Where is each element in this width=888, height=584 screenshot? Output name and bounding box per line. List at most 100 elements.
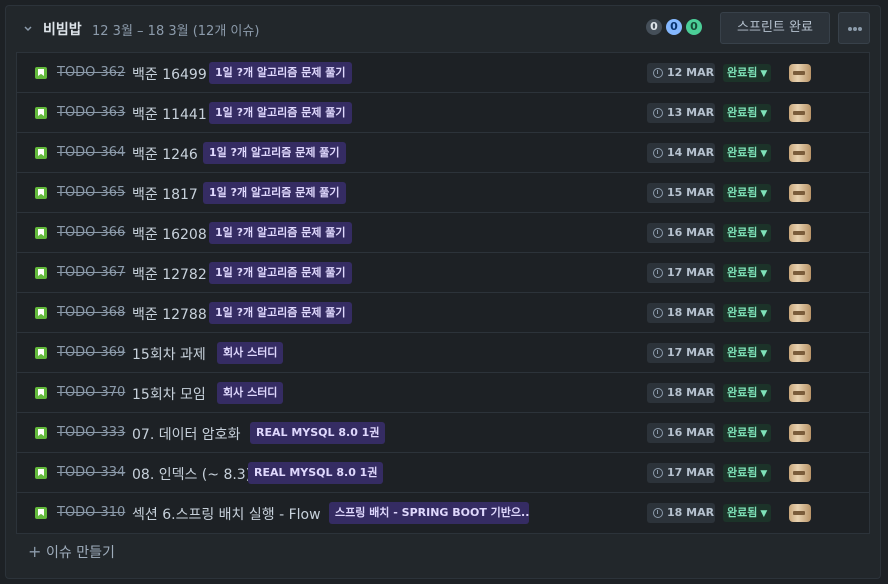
- clock-icon: [653, 308, 663, 318]
- issue-key[interactable]: TODO-310: [57, 505, 125, 520]
- clock-icon: [653, 188, 663, 198]
- issue-list: TODO-362 백준 16499 1일 ?개 알고리즘 문제 풀기 12 MAR 완료…: [16, 52, 870, 534]
- clock-icon: [653, 268, 663, 278]
- issue-row[interactable]: TODO-333 07. 데이터 암호화 REAL MYSQL 8.0 1권 16 M…: [17, 413, 869, 453]
- status-dropdown[interactable]: 완료됨 ▼: [723, 184, 772, 202]
- status-dropdown[interactable]: 완료됨 ▼: [723, 144, 772, 162]
- status-dropdown[interactable]: 완료됨 ▼: [723, 504, 772, 522]
- issue-row[interactable]: TODO-334 08. 인덱스 (~ 8.3) REAL MYSQL 8.0 1권…: [17, 453, 869, 493]
- issue-key[interactable]: TODO-364: [57, 145, 125, 160]
- issue-row[interactable]: TODO-366 백준 16208 1일 ?개 알고리즘 문제 풀기 16 MAR 완료…: [17, 213, 869, 253]
- status-dropdown[interactable]: 완료됨 ▼: [723, 304, 772, 322]
- status-label: 완료됨: [727, 186, 758, 199]
- issue-summary[interactable]: 백준 16499: [132, 64, 207, 84]
- issue-row[interactable]: TODO-367 백준 12782 1일 ?개 알고리즘 문제 풀기 17 MAR 완료…: [17, 253, 869, 293]
- sprint-container: 비빔밥 12 3월 – 18 3월 (12개 이슈) 0 0 0 스프린트 완료…: [5, 5, 881, 579]
- issue-key[interactable]: TODO-362: [57, 65, 125, 80]
- issue-row[interactable]: TODO-310 섹션 6.스프링 배치 실행 - Flow 스프링 배치 - SP…: [17, 493, 869, 533]
- due-date-badge: 18 MAR: [647, 303, 715, 323]
- more-dot: [853, 27, 857, 31]
- complete-sprint-button[interactable]: 스프린트 완료: [720, 12, 830, 44]
- issue-summary[interactable]: 15회차 모임: [132, 384, 206, 404]
- avatar[interactable]: [789, 104, 811, 122]
- status-dropdown[interactable]: 완료됨 ▼: [723, 424, 772, 442]
- issue-key[interactable]: TODO-333: [57, 425, 125, 440]
- avatar[interactable]: [789, 64, 811, 82]
- status-dropdown[interactable]: 완료됨 ▼: [723, 344, 772, 362]
- avatar[interactable]: [789, 264, 811, 282]
- status-dropdown[interactable]: 완료됨 ▼: [723, 464, 772, 482]
- issue-summary[interactable]: 백준 16208: [132, 224, 207, 244]
- issue-summary[interactable]: 15회차 과제: [132, 344, 206, 364]
- more-actions-button[interactable]: [838, 12, 870, 44]
- epic-badge[interactable]: 1일 ?개 알고리즘 문제 풀기: [209, 102, 352, 124]
- epic-badge[interactable]: 1일 ?개 알고리즘 문제 풀기: [209, 222, 352, 244]
- status-dropdown[interactable]: 완료됨 ▼: [723, 384, 772, 402]
- issue-summary[interactable]: 백준 11441: [132, 104, 207, 124]
- epic-badge[interactable]: 1일 ?개 알고리즘 문제 풀기: [203, 142, 346, 164]
- clock-icon: [653, 468, 663, 478]
- due-date-text: 13 MAR: [667, 106, 715, 119]
- avatar[interactable]: [789, 424, 811, 442]
- issue-row[interactable]: TODO-364 백준 1246 1일 ?개 알고리즘 문제 풀기 14 MAR 완료됨…: [17, 133, 869, 173]
- issue-row[interactable]: TODO-370 15회차 모임 회사 스터디 18 MAR 완료됨 ▼: [17, 373, 869, 413]
- epic-badge[interactable]: 1일 ?개 알고리즘 문제 풀기: [209, 302, 352, 324]
- issue-key[interactable]: TODO-367: [57, 265, 125, 280]
- create-issue-button[interactable]: + 이슈 만들기: [28, 542, 115, 562]
- issue-summary[interactable]: 백준 1817: [132, 184, 198, 204]
- issue-key[interactable]: TODO-363: [57, 105, 125, 120]
- status-dropdown[interactable]: 완료됨 ▼: [723, 264, 772, 282]
- epic-badge[interactable]: REAL MYSQL 8.0 1권: [248, 462, 384, 484]
- status-label: 완료됨: [727, 386, 758, 399]
- due-date-text: 17 MAR: [667, 346, 715, 359]
- issue-key[interactable]: TODO-366: [57, 225, 125, 240]
- epic-badge[interactable]: REAL MYSQL 8.0 1권: [250, 422, 386, 444]
- issue-summary[interactable]: 08. 인덱스 (~ 8.3): [132, 464, 251, 484]
- avatar[interactable]: [789, 224, 811, 242]
- issue-summary[interactable]: 07. 데이터 암호화: [132, 424, 240, 444]
- epic-badge[interactable]: 1일 ?개 알고리즘 문제 풀기: [203, 182, 346, 204]
- issue-summary[interactable]: 섹션 6.스프링 배치 실행 - Flow: [132, 504, 321, 524]
- due-date-text: 12 MAR: [667, 66, 715, 79]
- epic-badge[interactable]: 스프링 배치 - SPRING BOOT 기반으...: [329, 502, 529, 524]
- avatar[interactable]: [789, 344, 811, 362]
- issue-summary[interactable]: 백준 1246: [132, 144, 198, 164]
- chevron-down-icon[interactable]: [22, 22, 34, 34]
- issue-summary[interactable]: 백준 12788: [132, 304, 207, 324]
- issue-row[interactable]: TODO-369 15회차 과제 회사 스터디 17 MAR 완료됨 ▼: [17, 333, 869, 373]
- status-label: 완료됨: [727, 426, 758, 439]
- status-dropdown[interactable]: 완료됨 ▼: [723, 64, 772, 82]
- avatar[interactable]: [789, 384, 811, 402]
- chevron-down-icon: ▼: [760, 229, 768, 239]
- status-label: 완료됨: [727, 346, 758, 359]
- avatar[interactable]: [789, 464, 811, 482]
- due-date-text: 17 MAR: [667, 466, 715, 479]
- avatar[interactable]: [789, 304, 811, 322]
- due-date-badge: 14 MAR: [647, 143, 715, 163]
- status-dropdown[interactable]: 완료됨 ▼: [723, 224, 772, 242]
- status-label: 완료됨: [727, 466, 758, 479]
- avatar[interactable]: [789, 184, 811, 202]
- avatar[interactable]: [789, 144, 811, 162]
- epic-badge[interactable]: 회사 스터디: [217, 342, 284, 364]
- status-dropdown[interactable]: 완료됨 ▼: [723, 104, 772, 122]
- issue-key[interactable]: TODO-369: [57, 345, 125, 360]
- epic-badge[interactable]: 회사 스터디: [217, 382, 284, 404]
- chevron-down-icon: ▼: [760, 509, 768, 519]
- issue-row[interactable]: TODO-365 백준 1817 1일 ?개 알고리즘 문제 풀기 15 MAR 완료됨…: [17, 173, 869, 213]
- sprint-dates: 12 3월 – 18 3월: [92, 24, 189, 39]
- issue-key[interactable]: TODO-370: [57, 385, 125, 400]
- issue-row[interactable]: TODO-362 백준 16499 1일 ?개 알고리즘 문제 풀기 12 MAR 완료…: [17, 53, 869, 93]
- issue-row[interactable]: TODO-363 백준 11441 1일 ?개 알고리즘 문제 풀기 13 MAR 완료…: [17, 93, 869, 133]
- issue-key[interactable]: TODO-368: [57, 305, 125, 320]
- epic-badge[interactable]: 1일 ?개 알고리즘 문제 풀기: [209, 62, 352, 84]
- avatar[interactable]: [789, 504, 811, 522]
- issue-row[interactable]: TODO-368 백준 12788 1일 ?개 알고리즘 문제 풀기 18 MAR 완료…: [17, 293, 869, 333]
- issue-summary[interactable]: 백준 12782: [132, 264, 207, 284]
- epic-badge[interactable]: 1일 ?개 알고리즘 문제 풀기: [209, 262, 352, 284]
- issue-key[interactable]: TODO-334: [57, 465, 125, 480]
- issue-key[interactable]: TODO-365: [57, 185, 125, 200]
- chevron-down-icon: ▼: [760, 349, 768, 359]
- sprint-name[interactable]: 비빔밥: [43, 19, 82, 39]
- due-date-text: 14 MAR: [667, 146, 715, 159]
